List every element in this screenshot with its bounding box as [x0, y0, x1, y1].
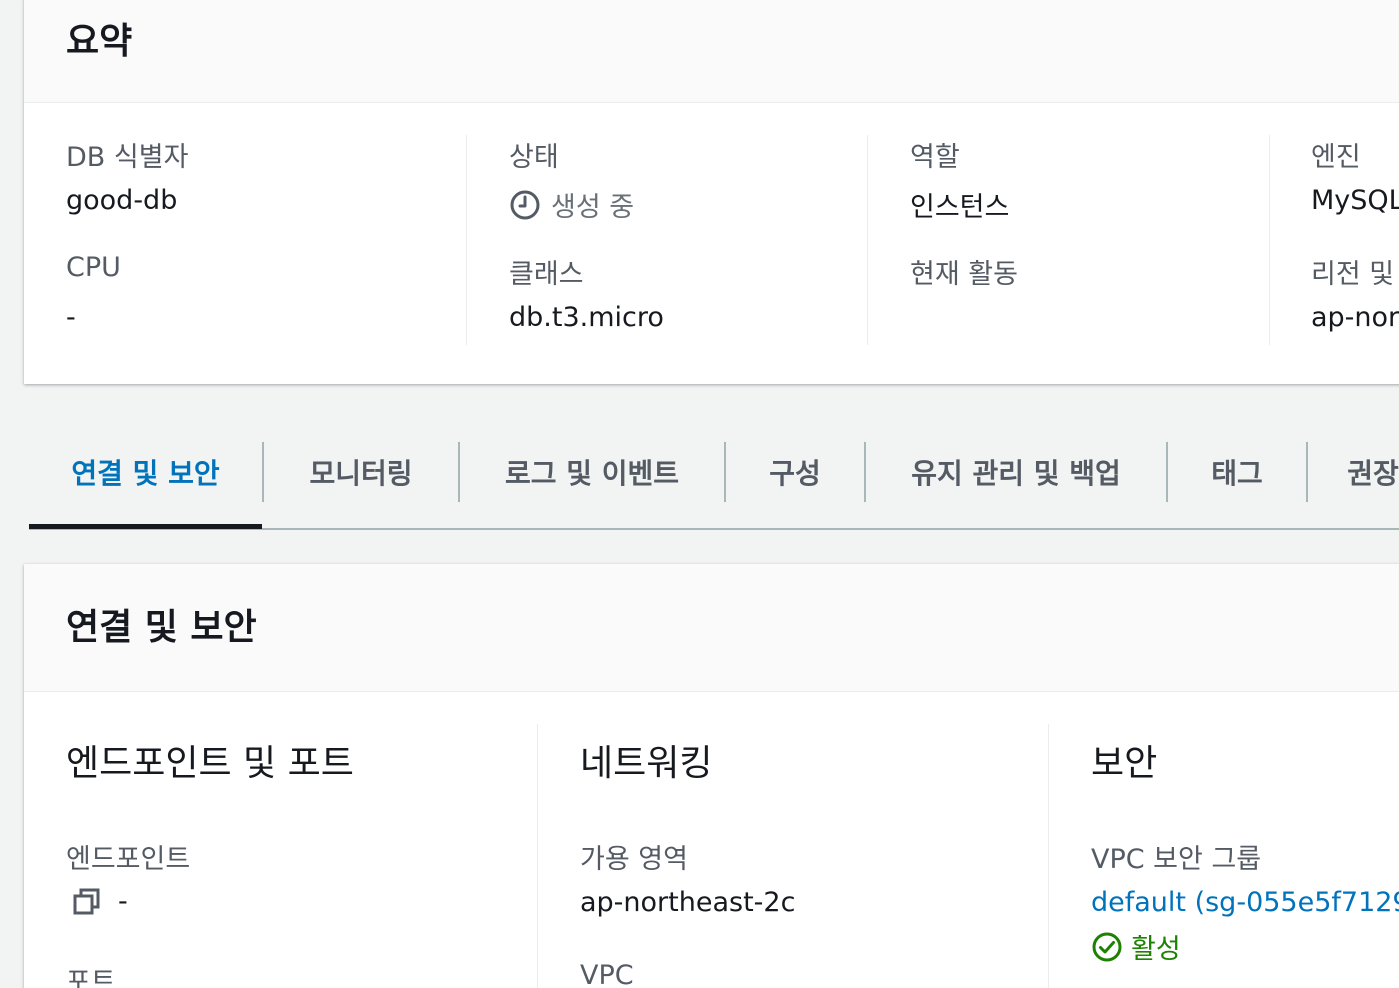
region-label: 리전 및	[1311, 259, 1395, 290]
sg-status-row: 활성	[1091, 927, 1181, 966]
connectivity-header: 연결 및 보안	[24, 564, 1399, 692]
networking-section: 네트워킹 가용 영역 ap-northeast-2c VPC	[537, 724, 1048, 988]
endpoint-port-title: 엔드포인트 및 포트	[66, 743, 354, 784]
vpc-label: VPC	[580, 960, 634, 988]
summary-panel: 요약 DB 식별자 good-db CPU - 상태 생성 중 클래스 db.t…	[24, 0, 1399, 384]
security-group-link[interactable]: default (sg-055e5f71299	[1091, 887, 1399, 918]
endpoint-value-row: -	[72, 886, 128, 917]
role-label: 역할	[910, 142, 960, 173]
networking-title: 네트워킹	[580, 743, 713, 784]
az-value: ap-northeast-2c	[580, 887, 796, 918]
sg-status-text: 활성	[1131, 934, 1181, 965]
tab-bar: 연결 및 보안 모니터링 로그 및 이벤트 구성 유지 관리 및 백업 태그 권…	[29, 440, 1399, 530]
az-label: 가용 영역	[580, 844, 688, 875]
current-activity-label: 현재 활동	[910, 259, 1018, 290]
summary-col-status: 상태 생성 중 클래스 db.t3.micro	[466, 135, 867, 345]
summary-col-engine: 엔진 MySQL 리전 및 ap-nort	[1269, 135, 1399, 345]
engine-label: 엔진	[1311, 142, 1361, 173]
summary-col-identifier: DB 식별자 good-db CPU -	[66, 135, 466, 345]
summary-col-role: 역할 인스턴스 현재 활동	[867, 135, 1268, 345]
security-section: 보안 VPC 보안 그룹 default (sg-055e5f71299 활성	[1048, 724, 1399, 988]
connectivity-body: 엔드포인트 및 포트 엔드포인트 - 포트 네트워킹 가용 영역 ap-nort…	[24, 692, 1399, 988]
cpu-label: CPU	[66, 252, 121, 283]
status-value: 생성 중	[509, 185, 634, 224]
endpoint-label: 엔드포인트	[66, 844, 191, 875]
status-text: 생성 중	[551, 192, 635, 223]
copy-icon[interactable]	[72, 887, 102, 917]
clock-icon	[509, 189, 541, 221]
class-label: 클래스	[509, 259, 584, 290]
class-value: db.t3.micro	[509, 302, 664, 333]
check-circle-icon	[1091, 931, 1123, 963]
summary-header: 요약	[24, 0, 1399, 103]
sg-label: VPC 보안 그룹	[1091, 844, 1262, 875]
tab-logs-events[interactable]: 로그 및 이벤트	[460, 440, 724, 504]
endpoint-port-section: 엔드포인트 및 포트 엔드포인트 - 포트	[66, 724, 536, 988]
active-tab-indicator	[29, 524, 262, 529]
tab-tags[interactable]: 태그	[1168, 440, 1306, 504]
tab-configuration[interactable]: 구성	[726, 440, 864, 504]
region-value: ap-nort	[1311, 302, 1399, 333]
db-identifier-value: good-db	[66, 185, 178, 216]
connectivity-title: 연결 및 보안	[66, 607, 257, 648]
summary-title: 요약	[66, 21, 133, 62]
page: 요약 DB 식별자 good-db CPU - 상태 생성 중 클래스 db.t…	[0, 0, 1399, 988]
port-label: 포트	[66, 967, 116, 988]
left-rail	[0, 0, 24, 988]
engine-value: MySQL	[1311, 185, 1399, 216]
db-identifier-label: DB 식별자	[66, 142, 189, 173]
connectivity-panel: 연결 및 보안 엔드포인트 및 포트 엔드포인트 - 포트 네트워킹 가용 영역…	[24, 564, 1399, 988]
cpu-value: -	[66, 302, 76, 333]
security-title: 보안	[1091, 743, 1158, 784]
tab-maintenance-backup[interactable]: 유지 관리 및 백업	[866, 440, 1166, 504]
tab-connectivity-security[interactable]: 연결 및 보안	[29, 440, 262, 504]
tab-recommendations[interactable]: 권장	[1308, 440, 1399, 504]
tab-monitoring[interactable]: 모니터링	[264, 440, 458, 504]
status-label: 상태	[509, 142, 559, 173]
summary-body: DB 식별자 good-db CPU - 상태 생성 중 클래스 db.t3.m…	[24, 103, 1399, 384]
role-value: 인스턴스	[910, 192, 1010, 223]
endpoint-value: -	[118, 886, 128, 917]
